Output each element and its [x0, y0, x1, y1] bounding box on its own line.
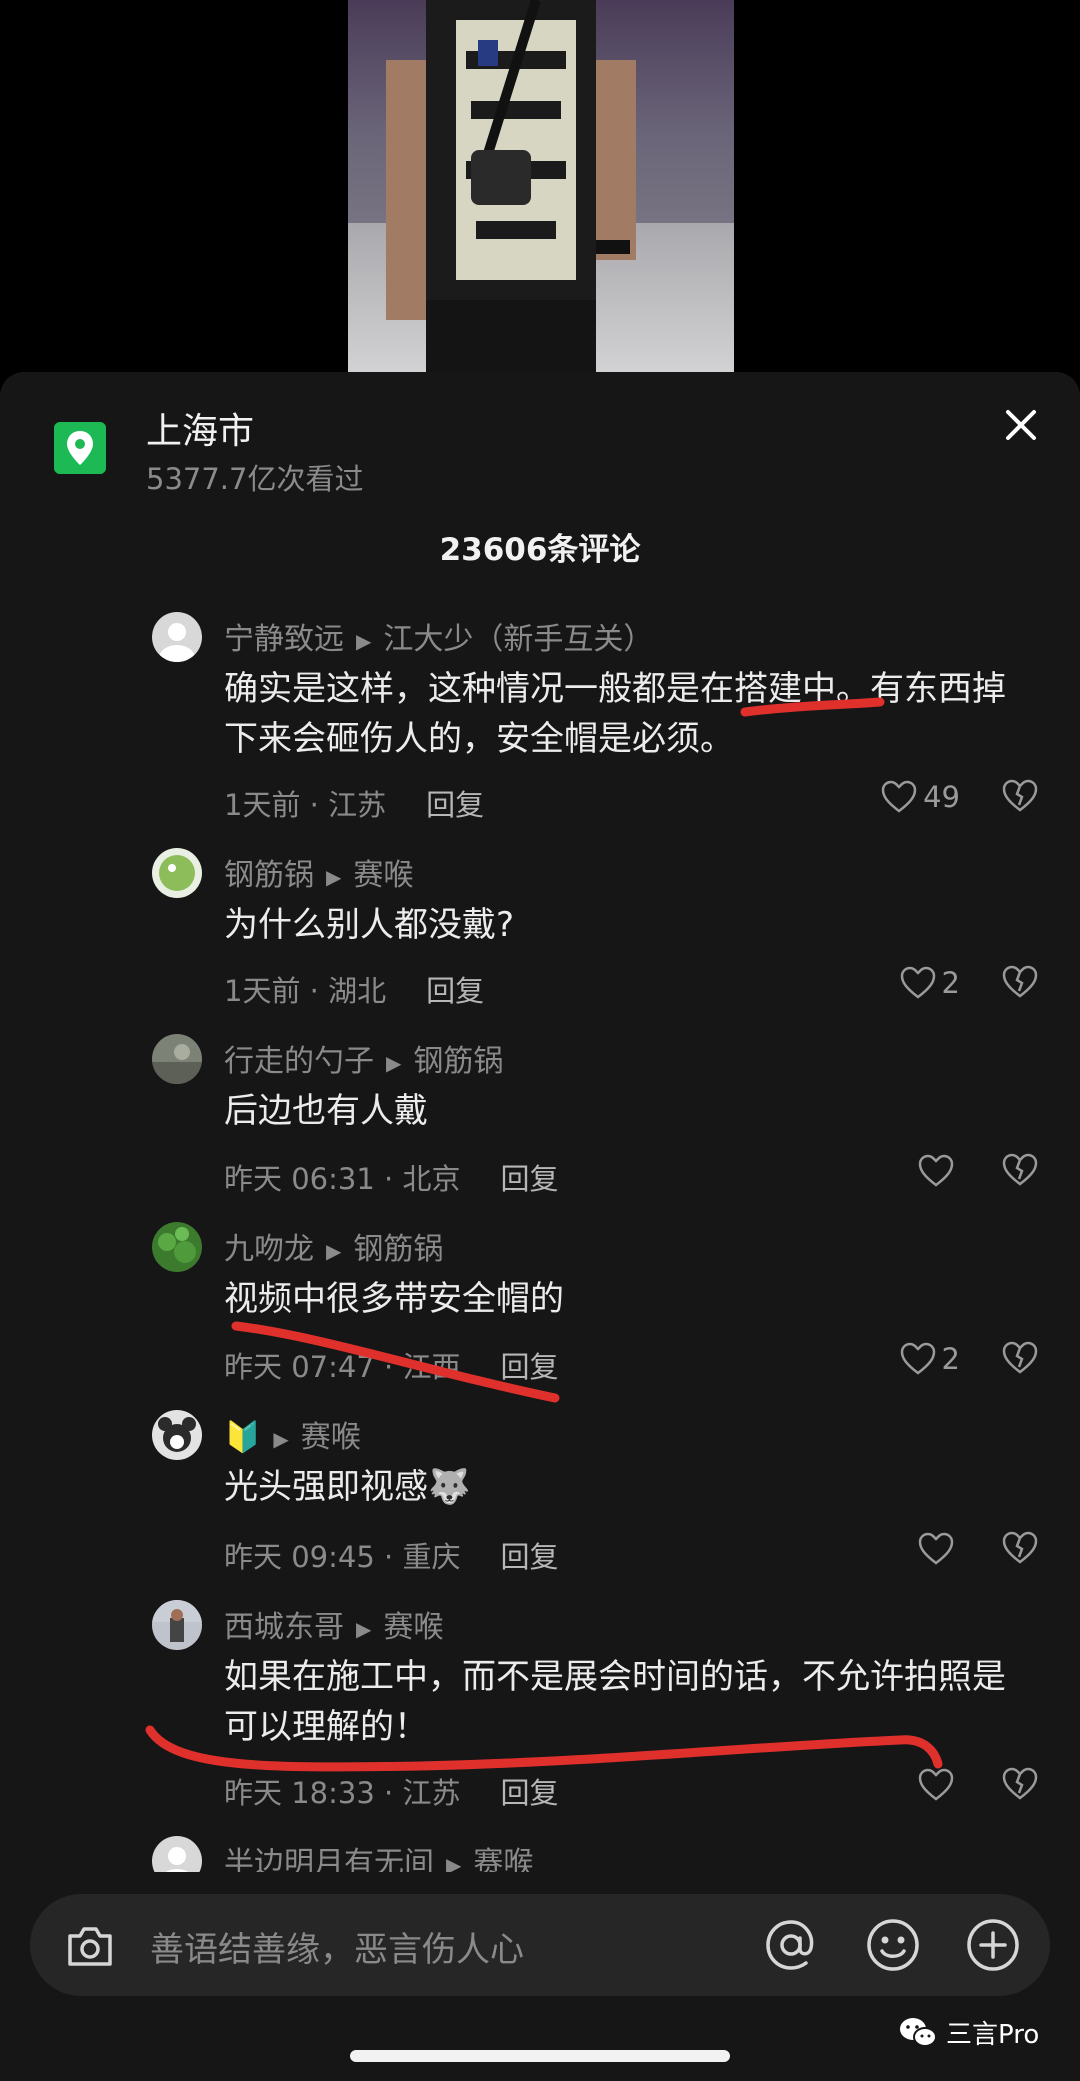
- heart-icon: [900, 1342, 935, 1375]
- comment-header: 🔰 ▶ 赛喉: [224, 1412, 361, 1456]
- dislike-heart-icon[interactable]: [1002, 1530, 1038, 1566]
- reply-button[interactable]: 回复: [500, 1776, 558, 1810]
- like-button[interactable]: [918, 1532, 960, 1566]
- comment-time-location: 昨天 09:45 · 重庆: [224, 1540, 461, 1574]
- avatar[interactable]: [152, 1222, 202, 1272]
- reply-arrow-icon: ▶: [326, 864, 342, 889]
- heart-icon: [918, 1154, 954, 1187]
- reply-arrow-icon: ▶: [356, 1616, 372, 1641]
- comment-username[interactable]: 宁静致远: [224, 622, 344, 657]
- location-views: 5377.7亿次看过: [146, 462, 364, 496]
- like-button[interactable]: 49: [881, 780, 960, 814]
- camera-icon[interactable]: [62, 1918, 118, 1974]
- avatar[interactable]: [152, 1410, 202, 1460]
- comment-text: 光头强即视感🐺: [224, 1467, 471, 1507]
- avatar[interactable]: [152, 1600, 202, 1650]
- comment-username[interactable]: 西城东哥: [224, 1610, 344, 1645]
- comment-count: 23606条评论: [439, 532, 641, 568]
- heart-icon: [900, 966, 935, 999]
- heart-icon: [881, 780, 917, 813]
- close-icon: [1006, 410, 1036, 440]
- close-button[interactable]: [996, 400, 1046, 450]
- comment-time-location: 昨天 18:33 · 江苏: [224, 1776, 461, 1810]
- comment-username[interactable]: 九吻龙: [224, 1232, 314, 1267]
- comment-header: 钢筋锅 ▶ 赛喉: [224, 850, 413, 894]
- video-player[interactable]: [0, 0, 1080, 372]
- comment-header: 宁静致远 ▶ 江大少（新手互关）: [224, 614, 653, 658]
- person-figure: [386, 0, 636, 372]
- reply-arrow-icon: ▶: [326, 1238, 342, 1263]
- at-icon[interactable]: [762, 1916, 820, 1974]
- location-pin-icon: [54, 422, 106, 474]
- avatar[interactable]: [152, 1034, 202, 1084]
- reply-button[interactable]: 回复: [426, 974, 484, 1008]
- reply-arrow-icon: ▶: [356, 628, 372, 653]
- like-button[interactable]: 2: [900, 1342, 960, 1376]
- reply-button[interactable]: 回复: [500, 1350, 558, 1384]
- heart-icon: [918, 1532, 954, 1565]
- avatar[interactable]: [152, 612, 202, 662]
- comment-meta: 1天前 · 湖北 回复: [224, 968, 484, 1010]
- avatar[interactable]: [152, 848, 202, 898]
- comment-reply-to[interactable]: 钢筋锅: [353, 1232, 443, 1267]
- comment-username[interactable]: 钢筋锅: [224, 858, 314, 893]
- like-button[interactable]: [918, 1154, 960, 1188]
- comment-text: 如果在施工中，而不是展会时间的话，不允许拍照是可以理解的！: [224, 1657, 1006, 1747]
- comment-header: 行走的勺子 ▶ 钢筋锅: [224, 1036, 503, 1080]
- like-button[interactable]: [918, 1768, 960, 1802]
- dislike-heart-icon[interactable]: [1002, 778, 1038, 814]
- comment-reply-to[interactable]: 江大少（新手互关）: [383, 622, 653, 657]
- comment-username[interactable]: 🔰: [224, 1420, 261, 1455]
- like-count: 2: [941, 966, 960, 1000]
- reply-button[interactable]: 回复: [500, 1162, 558, 1196]
- like-button[interactable]: 2: [900, 966, 960, 1000]
- comment-time-location: 昨天 06:31 · 北京: [224, 1162, 461, 1196]
- comment-reply-to[interactable]: 赛喉: [383, 1610, 443, 1645]
- location-title[interactable]: 上海市: [146, 402, 254, 454]
- comment-header: 九吻龙 ▶ 钢筋锅: [224, 1224, 443, 1268]
- watermark: 三言Pro: [898, 2014, 1039, 2051]
- comment-meta: 昨天 06:31 · 北京 回复: [224, 1156, 558, 1198]
- comment-meta: 昨天 18:33 · 江苏 回复: [224, 1770, 558, 1812]
- comment-username[interactable]: 行走的勺子: [224, 1044, 374, 1079]
- comment-time-location: 1天前 · 湖北: [224, 974, 387, 1008]
- reply-button[interactable]: 回复: [426, 788, 484, 822]
- comment-reply-to[interactable]: 钢筋锅: [413, 1044, 503, 1079]
- reply-arrow-icon: ▶: [273, 1426, 289, 1451]
- comment-header: 西城东哥 ▶ 赛喉: [224, 1602, 443, 1646]
- heart-icon: [918, 1768, 954, 1801]
- comment-time-location: 昨天 07:47 · 江西: [224, 1350, 461, 1384]
- comment-text: 为什么别人都没戴?: [224, 905, 515, 945]
- wechat-icon: [900, 2017, 937, 2047]
- comment-reply-to[interactable]: 赛喉: [353, 858, 413, 893]
- comment-meta: 1天前 · 江苏 回复: [224, 782, 484, 824]
- comment-reply-to[interactable]: 赛喉: [301, 1420, 361, 1455]
- dislike-heart-icon[interactable]: [1002, 1152, 1038, 1188]
- input-placeholder[interactable]: 善语结善缘，恶言伤人心: [150, 1922, 524, 1971]
- comment-text: 确实是这样，这种情况一般都是在搭建中。有东西掉下来会砸伤人的，安全帽是必须。: [224, 669, 1006, 759]
- comment-meta: 昨天 07:47 · 江西 回复: [224, 1344, 558, 1386]
- plus-icon[interactable]: [964, 1916, 1022, 1974]
- like-count: 49: [923, 780, 960, 814]
- comment-text: 后边也有人戴: [224, 1091, 428, 1131]
- reply-button[interactable]: 回复: [500, 1540, 558, 1574]
- reply-arrow-icon: ▶: [386, 1050, 402, 1075]
- like-count: 2: [941, 1342, 960, 1376]
- emoji-icon[interactable]: [864, 1916, 922, 1974]
- video-frame: [348, 0, 734, 372]
- comment-meta: 昨天 09:45 · 重庆 回复: [224, 1534, 558, 1576]
- watermark-text: 三言Pro: [946, 2020, 1040, 2050]
- dislike-heart-icon[interactable]: [1002, 1340, 1038, 1376]
- home-indicator[interactable]: [350, 2050, 730, 2062]
- comment-text: 视频中很多带安全帽的: [224, 1279, 564, 1319]
- dislike-heart-icon[interactable]: [1002, 964, 1038, 1000]
- dislike-heart-icon[interactable]: [1002, 1766, 1038, 1802]
- comment-time-location: 1天前 · 江苏: [224, 788, 387, 822]
